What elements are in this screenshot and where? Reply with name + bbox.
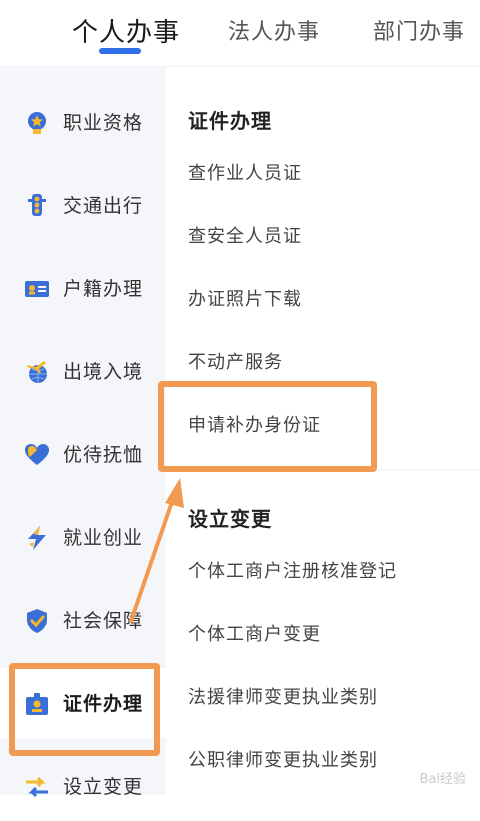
sidebar-item-label: 社会保障 bbox=[63, 610, 144, 632]
service-item-reissue-id-card[interactable]: 申请补办身份证 bbox=[188, 411, 321, 437]
service-item[interactable]: 查安全人员证 bbox=[188, 222, 302, 248]
id-card-icon bbox=[25, 281, 49, 297]
service-item[interactable]: 法援律师变更执业类别 bbox=[188, 683, 378, 709]
watermark: Bai经验 bbox=[419, 772, 467, 787]
sidebar-item-label: 就业创业 bbox=[63, 527, 144, 549]
sidebar-item-label: 证件办理 bbox=[63, 693, 144, 715]
top-tab-bar: 个人办事 法人办事 部门办事 bbox=[0, 0, 480, 66]
section-title-certificates: 证件办理 bbox=[188, 109, 272, 133]
sidebar-item-label: 职业资格 bbox=[63, 112, 144, 134]
medal-icon bbox=[28, 112, 46, 134]
sidebar-item-label: 交通出行 bbox=[63, 195, 144, 217]
sidebar-item-traffic[interactable]: 交通出行 bbox=[0, 170, 166, 240]
traffic-light-icon bbox=[28, 194, 46, 216]
globe-plane-icon bbox=[26, 361, 47, 383]
section-title-establish-change: 设立变更 bbox=[188, 507, 272, 531]
sidebar-item-social-security[interactable]: 社会保障 bbox=[0, 585, 166, 655]
service-item[interactable]: 不动产服务 bbox=[188, 348, 283, 374]
service-item[interactable]: 办证照片下载 bbox=[188, 285, 302, 311]
section-divider bbox=[166, 469, 480, 470]
shield-check-icon bbox=[27, 609, 47, 633]
heart-icon bbox=[25, 444, 49, 465]
service-item[interactable]: 查作业人员证 bbox=[188, 159, 302, 185]
id-badge-icon bbox=[26, 693, 48, 715]
tab-legal-person[interactable]: 法人办事 bbox=[228, 14, 320, 46]
service-item[interactable]: 个体工商户变更 bbox=[188, 620, 321, 646]
service-list: 证件办理 查作业人员证 查安全人员证 办证照片下载 不动产服务 申请补办身份证 … bbox=[166, 67, 480, 795]
service-item[interactable]: 公职律师变更执业类别 bbox=[188, 746, 378, 772]
active-tab-indicator bbox=[99, 48, 141, 54]
sidebar-item-qualification[interactable]: 职业资格 bbox=[0, 87, 166, 157]
sidebar-item-employment[interactable]: 就业创业 bbox=[0, 502, 166, 572]
sidebar-item-label: 户籍办理 bbox=[63, 278, 144, 300]
sidebar-item-label: 优待抚恤 bbox=[63, 444, 144, 466]
exchange-icon bbox=[26, 776, 48, 798]
sidebar-item-establish-change[interactable]: 设立变更 bbox=[0, 751, 166, 821]
tab-personal[interactable]: 个人办事 bbox=[72, 12, 180, 49]
category-sidebar: 职业资格 交通出行 户籍办理 出境入境 优待抚恤 就业创业 社会保障 证件办理 … bbox=[0, 67, 166, 798]
service-item[interactable]: 个体工商户注册核准登记 bbox=[188, 557, 397, 583]
sidebar-item-exit-entry[interactable]: 出境入境 bbox=[0, 336, 166, 406]
sidebar-item-preferential[interactable]: 优待抚恤 bbox=[0, 419, 166, 489]
lightning-icon bbox=[28, 526, 46, 550]
sidebar-item-label: 出境入境 bbox=[63, 361, 144, 383]
sidebar-item-certificates[interactable]: 证件办理 bbox=[0, 668, 166, 738]
tab-department[interactable]: 部门办事 bbox=[373, 14, 465, 46]
sidebar-item-household[interactable]: 户籍办理 bbox=[0, 253, 166, 323]
